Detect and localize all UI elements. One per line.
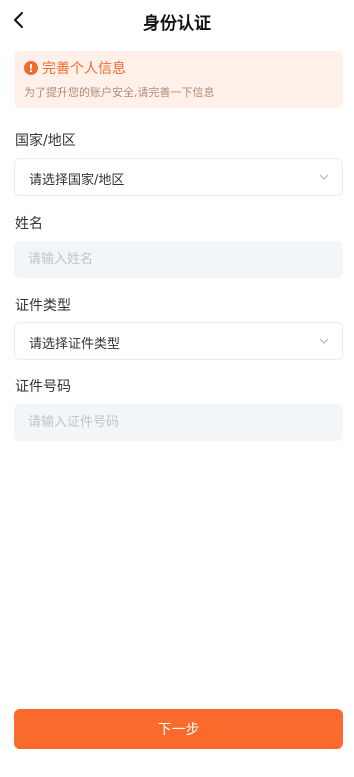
page-title: 身份认证 — [143, 14, 211, 34]
name-label: 姓名 — [15, 216, 43, 232]
next-button[interactable]: 下一步 — [14, 709, 343, 749]
name-input[interactable] — [14, 241, 343, 278]
id-type-label: 证件类型 — [15, 298, 71, 314]
alert-icon: ! — [24, 61, 38, 75]
notice-title: 完善个人信息 — [42, 61, 126, 77]
notice-subtitle: 为了提升您的账户安全,请完善一下信息 — [24, 86, 215, 99]
id-number-label: 证件号码 — [15, 379, 71, 395]
id-type-select-value: 请选择证件类型 — [29, 337, 121, 352]
chevron-down-icon — [319, 338, 329, 344]
id-number-input[interactable] — [14, 404, 343, 441]
id-type-select[interactable]: 请选择证件类型 — [14, 322, 343, 360]
chevron-down-icon — [319, 174, 329, 180]
info-notice: ! 完善个人信息 为了提升您的账户安全,请完善一下信息 — [14, 51, 343, 108]
top-bar: 身份认证 — [0, 0, 354, 40]
country-label: 国家/地区 — [15, 133, 76, 149]
country-select-value: 请选择国家/地区 — [29, 173, 125, 188]
country-select[interactable]: 请选择国家/地区 — [14, 158, 343, 196]
